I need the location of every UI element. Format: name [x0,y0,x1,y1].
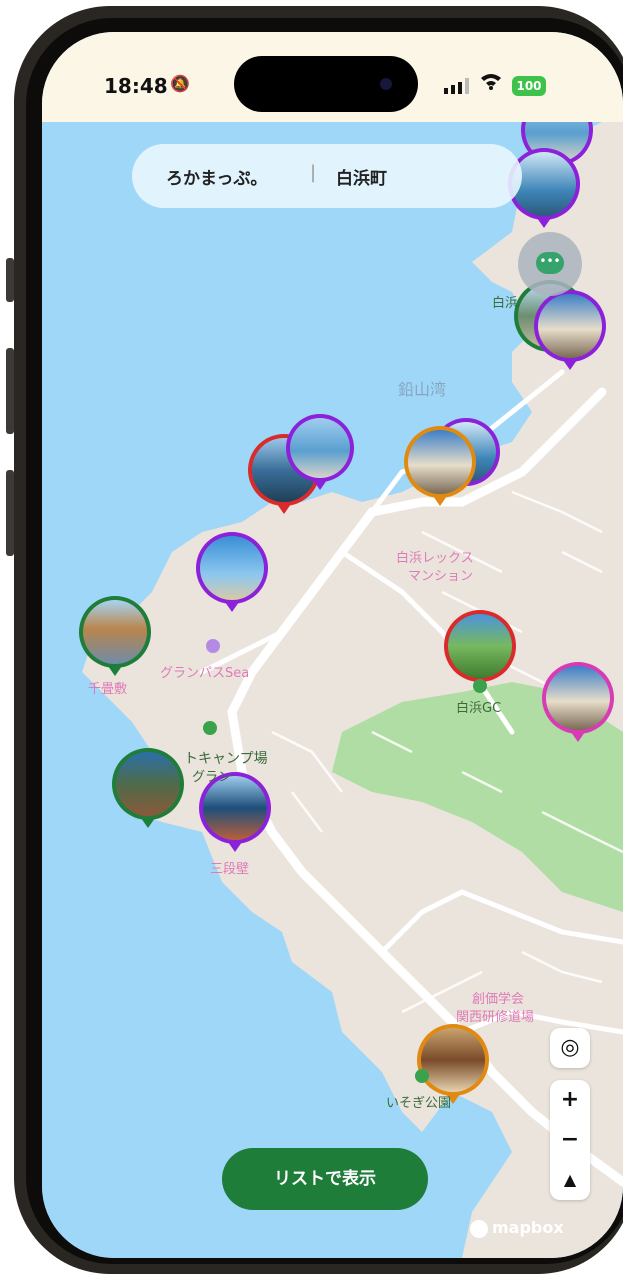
volume-down-button [6,470,14,556]
map-label-rex: 白浜レックス [396,551,474,566]
clock: 18:48 [104,74,168,98]
zoom-controls: + − ▲ [550,1080,590,1200]
mute-switch [6,258,14,302]
screen: 鉛山湾 白浜レックス マンション グランパスSea 千畳敷 白浜GC トキャンプ… [42,32,623,1258]
status-bar: 18:48 🔕 100 [42,32,623,122]
zoom-out-button[interactable]: − [550,1120,590,1160]
poi-dot-aquarium [206,639,220,653]
map-label-shirahama: 白浜 [492,296,519,311]
poi-dot-camp [203,721,217,735]
wifi-icon [481,74,501,90]
map-label-senjojiki: 千畳敷 [88,682,128,697]
chat-button[interactable]: ••• [518,232,582,296]
map-label-mansion: マンション [408,569,474,584]
silent-bell-icon: 🔕 [170,74,190,93]
map-label-isogi-park: いそぎ公園 [386,1096,452,1111]
chat-bubble-icon: ••• [536,252,564,274]
poi-dot-golf [473,679,487,693]
locate-control[interactable]: ◎ [550,1028,590,1068]
map-label-gran: グラン [192,770,232,785]
dynamic-island [234,56,418,112]
map-canvas[interactable] [42,32,623,1258]
mapbox-text: mapbox [492,1218,564,1237]
battery-indicator: 100 [512,76,546,96]
poi-dot-park [415,1069,429,1083]
mapbox-logo[interactable]: mapbox [470,1218,564,1238]
map-label-grampus: グランパスSea [160,666,250,681]
map-label-sandanbeki: 三段壁 [210,862,250,877]
phone-frame: 鉛山湾 白浜レックス マンション グランパスSea 千畳敷 白浜GC トキャンプ… [0,0,623,1281]
map-label-kansai: 関西研修道場 [456,1010,535,1025]
mapbox-icon [470,1219,488,1238]
header-separator: | [310,162,317,183]
town-name[interactable]: 白浜町 [336,164,387,189]
map-label-bay: 鉛山湾 [398,380,447,399]
app-title: ろかまっぷ。 [166,169,268,189]
zoom-in-button[interactable]: + [550,1080,590,1120]
compass-icon[interactable]: ▲ [550,1160,590,1200]
target-icon[interactable]: ◎ [550,1028,590,1068]
map-header[interactable]: ろかまっぷ。 | 白浜町 [132,144,522,208]
volume-up-button [6,348,14,434]
map-label-soka: 創価学会 [472,992,525,1007]
show-list-button[interactable]: リストで表示 [222,1148,428,1210]
camera-icon [380,78,392,90]
map-label-camp: トキャンプ場 [184,751,268,767]
map-label-golf: 白浜GC [456,701,502,716]
cellular-signal-icon [444,78,469,94]
